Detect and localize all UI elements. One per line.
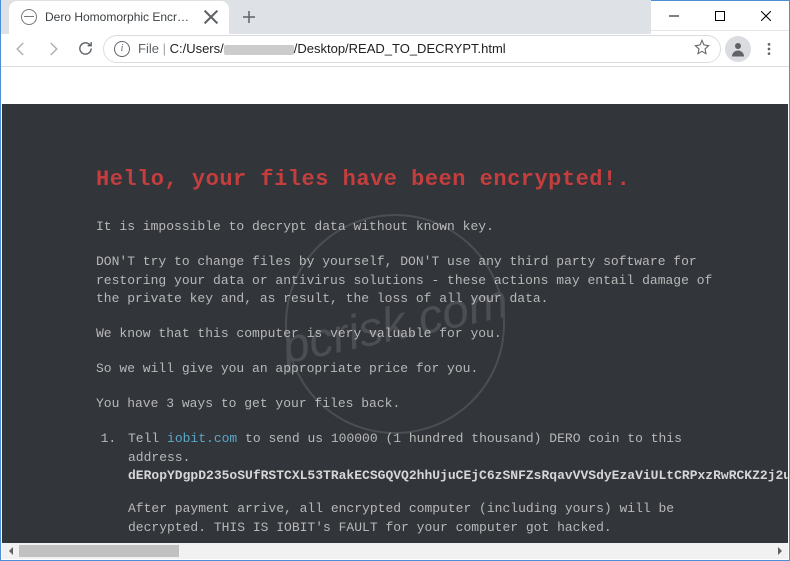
ransom-paragraph: We know that this computer is very valua… — [96, 325, 716, 344]
address-bar[interactable]: i File | C:/Users//Desktop/READ_TO_DECRY… — [103, 35, 721, 63]
new-tab-button[interactable] — [235, 3, 263, 31]
ransom-paragraph: DON'T try to change files by yourself, D… — [96, 253, 716, 310]
tab-strip: Dero Homomorphic Encryption — [1, 0, 651, 34]
ransom-heading: Hello, your files have been encrypted!. — [96, 164, 788, 196]
site-info-icon[interactable]: i — [114, 41, 130, 57]
ransom-note: Hello, your files have been encrypted!. … — [2, 104, 788, 543]
iobit-link[interactable]: iobit.com — [167, 431, 237, 446]
scroll-left-arrow[interactable] — [2, 543, 19, 559]
maximize-button[interactable] — [697, 1, 743, 31]
bookmark-star-icon[interactable] — [694, 39, 710, 58]
window-controls — [651, 1, 789, 31]
browser-toolbar: i File | C:/Users//Desktop/READ_TO_DECRY… — [1, 31, 789, 67]
close-tab-icon[interactable] — [203, 9, 219, 25]
ransom-paragraph: So we will give you an appropriate price… — [96, 360, 716, 379]
wallet-address: dERopYDgpD235oSUfRSTCXL53TRakECSGQVQ2hhU… — [128, 468, 788, 483]
horizontal-scrollbar[interactable] — [2, 543, 788, 559]
scroll-track[interactable] — [19, 543, 771, 559]
ransom-paragraph: You have 3 ways to get your files back. — [96, 395, 716, 414]
window-titlebar: Dero Homomorphic Encryption — [1, 1, 789, 31]
list-item: Tell iobit.com to send us 100000 (1 hund… — [124, 430, 736, 538]
ransom-paragraph: It is impossible to decrypt data without… — [96, 218, 716, 237]
url-text: File | C:/Users//Desktop/READ_TO_DECRYPT… — [138, 41, 506, 56]
forward-button[interactable] — [39, 35, 67, 63]
ransom-options-list: Tell iobit.com to send us 100000 (1 hund… — [96, 430, 736, 543]
kebab-menu-button[interactable] — [755, 35, 783, 63]
scroll-thumb[interactable] — [19, 545, 179, 557]
globe-icon — [21, 9, 37, 25]
redacted-username — [224, 45, 294, 55]
browser-window: Dero Homomorphic Encryption i — [0, 0, 790, 561]
close-window-button[interactable] — [743, 1, 789, 31]
scroll-right-arrow[interactable] — [771, 543, 788, 559]
tab-title: Dero Homomorphic Encryption — [45, 10, 195, 24]
profile-avatar-button[interactable] — [725, 36, 751, 62]
minimize-button[interactable] — [651, 1, 697, 31]
browser-tab[interactable]: Dero Homomorphic Encryption — [9, 1, 229, 34]
back-button[interactable] — [7, 35, 35, 63]
reload-button[interactable] — [71, 35, 99, 63]
page-viewport: pcrisk.com Hello, your files have been e… — [2, 104, 788, 543]
